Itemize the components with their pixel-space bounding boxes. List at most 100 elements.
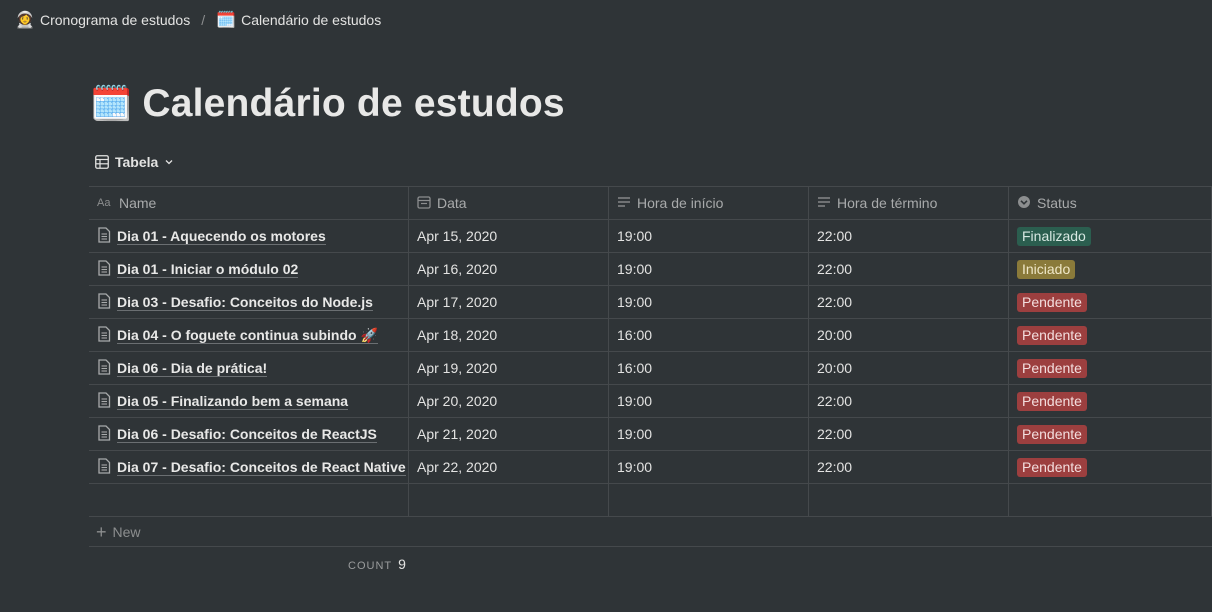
table-row[interactable]: Dia 04 - O foguete continua subindo 🚀 Apr… [89,319,1212,352]
cell-end-time[interactable]: 20:00 [809,352,1009,384]
table-row[interactable]: Dia 01 - Iniciar o módulo 02 Apr 16, 2020… [89,253,1212,286]
breadcrumb-label: Cronograma de estudos [40,12,191,28]
table-row[interactable]: Dia 06 - Desafio: Conceitos de ReactJS Ap… [89,418,1212,451]
count-aggregate[interactable]: COUNT 9 [348,556,406,572]
empty-cell [1009,484,1212,516]
cell-status[interactable]: Pendente [1009,352,1212,384]
table-row[interactable]: Dia 07 - Desafio: Conceitos de React Nat… [89,451,1212,484]
page-doc-icon [97,424,111,444]
cell-start-time[interactable]: 16:00 [609,319,809,351]
cell-name[interactable]: Dia 01 - Iniciar o módulo 02 [89,253,409,285]
row-title[interactable]: Dia 05 - Finalizando bem a semana [117,393,349,410]
cell-date[interactable]: Apr 18, 2020 [409,319,609,351]
column-label: Hora de término [837,195,938,211]
column-label: Name [119,195,157,211]
cell-start-time[interactable]: 16:00 [609,352,809,384]
svg-text:Aa: Aa [97,197,111,209]
cell-date[interactable]: Apr 15, 2020 [409,220,609,252]
cell-end-time[interactable]: 20:00 [809,319,1009,351]
breadcrumb-item-cronograma[interactable]: 👩‍🚀 Cronograma de estudos [12,8,193,32]
table-row[interactable]: Dia 03 - Desafio: Conceitos do Node.js Ap… [89,286,1212,319]
page-doc-icon [97,358,111,378]
breadcrumb-label: Calendário de estudos [241,12,382,28]
cell-date[interactable]: Apr 22, 2020 [409,451,609,483]
chevron-down-icon [164,157,174,167]
cell-name[interactable]: Dia 06 - Dia de prática! [89,352,409,384]
cell-start-time[interactable]: 19:00 [609,253,809,285]
column-label: Hora de início [637,195,724,211]
cell-status[interactable]: Pendente [1009,319,1212,351]
empty-cell [409,484,609,516]
column-header-hora-termino[interactable]: Hora de término [809,187,1009,219]
status-badge: Iniciado [1017,259,1076,279]
new-row-label: New [112,523,141,540]
cell-date[interactable]: Apr 19, 2020 [409,352,609,384]
breadcrumb-item-calendario[interactable]: 🗓️ Calendário de estudos [213,8,384,32]
cell-date[interactable]: Apr 21, 2020 [409,418,609,450]
row-title[interactable]: Dia 03 - Desafio: Conceitos do Node.js [117,294,373,311]
cell-end-time[interactable]: 22:00 [809,418,1009,450]
cell-status[interactable]: Pendente [1009,451,1212,483]
cell-date[interactable]: Apr 20, 2020 [409,385,609,417]
column-header-name[interactable]: Aa Name [89,187,409,219]
plus-icon: + [96,521,107,542]
row-title[interactable]: Dia 04 - O foguete continua subindo 🚀 [117,327,378,344]
cell-name[interactable]: Dia 06 - Desafio: Conceitos de ReactJS [89,418,409,450]
cell-end-time[interactable]: 22:00 [809,220,1009,252]
row-title[interactable]: Dia 01 - Iniciar o módulo 02 [117,261,299,278]
cell-status[interactable]: Pendente [1009,385,1212,417]
status-badge: Pendente [1017,358,1087,378]
cell-name[interactable]: Dia 04 - O foguete continua subindo 🚀 [89,319,409,351]
table-icon [95,155,109,169]
cell-name[interactable]: Dia 05 - Finalizando bem a semana [89,385,409,417]
cell-start-time[interactable]: 19:00 [609,418,809,450]
table-row[interactable]: Dia 06 - Dia de prática! Apr 19, 2020 16:0… [89,352,1212,385]
row-title[interactable]: Dia 01 - Aquecendo os motores [117,228,326,245]
cell-end-time[interactable]: 22:00 [809,451,1009,483]
page-doc-icon [97,292,111,312]
column-label: Status [1037,195,1077,211]
empty-cell [809,484,1009,516]
breadcrumb-separator: / [201,12,206,28]
page-doc-icon [97,457,111,477]
status-badge: Finalizado [1017,226,1091,246]
column-header-data[interactable]: Data [409,187,609,219]
row-title[interactable]: Dia 06 - Dia de prática! [117,360,268,377]
cell-status[interactable]: Pendente [1009,418,1212,450]
cell-start-time[interactable]: 19:00 [609,385,809,417]
view-selector[interactable]: Tabela [95,154,174,170]
row-title[interactable]: Dia 06 - Desafio: Conceitos de ReactJS [117,426,377,443]
cell-status[interactable]: Pendente [1009,286,1212,318]
cell-start-time[interactable]: 19:00 [609,220,809,252]
view-selector-label: Tabela [115,154,159,170]
text-type-icon: Aa [97,195,113,212]
cell-status[interactable]: Iniciado [1009,253,1212,285]
cell-name[interactable]: Dia 03 - Desafio: Conceitos do Node.js [89,286,409,318]
cell-status[interactable]: Finalizado [1009,220,1212,252]
table-body: Dia 01 - Aquecendo os motores Apr 15, 202… [89,220,1212,484]
cell-end-time[interactable]: 22:00 [809,385,1009,417]
row-title[interactable]: Dia 07 - Desafio: Conceitos de React Nat… [117,459,406,476]
page-doc-icon [97,391,111,411]
page-title[interactable]: Calendário de estudos [142,82,564,126]
cell-name[interactable]: Dia 07 - Desafio: Conceitos de React Nat… [89,451,409,483]
select-icon [1017,195,1031,212]
empty-row[interactable] [89,484,1212,517]
cell-date[interactable]: Apr 16, 2020 [409,253,609,285]
page-icon[interactable]: 🗓️ [90,87,132,121]
page-doc-icon [97,325,111,345]
database-table: Aa Name Data Hora de início Hora de térm… [89,186,1212,517]
cell-start-time[interactable]: 19:00 [609,451,809,483]
column-header-status[interactable]: Status [1009,187,1212,219]
new-row-button[interactable]: + New [89,517,1212,547]
cell-end-time[interactable]: 22:00 [809,286,1009,318]
table-row[interactable]: Dia 01 - Aquecendo os motores Apr 15, 202… [89,220,1212,253]
calendar-icon [417,195,431,212]
page-doc-icon [97,259,111,279]
cell-start-time[interactable]: 19:00 [609,286,809,318]
cell-date[interactable]: Apr 17, 2020 [409,286,609,318]
cell-name[interactable]: Dia 01 - Aquecendo os motores [89,220,409,252]
column-header-hora-inicio[interactable]: Hora de início [609,187,809,219]
table-row[interactable]: Dia 05 - Finalizando bem a semana Apr 20,… [89,385,1212,418]
cell-end-time[interactable]: 22:00 [809,253,1009,285]
